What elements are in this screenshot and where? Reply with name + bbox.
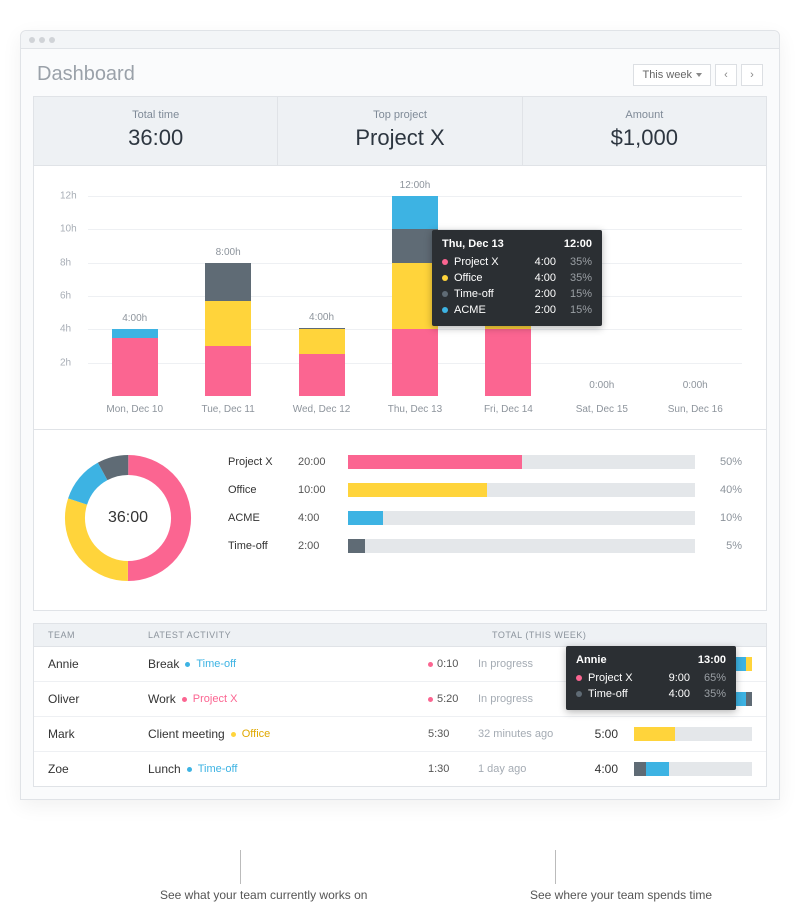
x-axis-label: Tue, Dec 11 [181, 404, 274, 415]
team-row[interactable]: Mark Client meeting Office 5:30 32 minut… [34, 717, 766, 752]
breakdown-row: ACME 4:00 10% [228, 504, 742, 532]
bar-column[interactable]: 4:00h [275, 196, 368, 396]
summary-value: 36:00 [34, 125, 277, 151]
summary-label: Top project [278, 109, 521, 121]
breakdown-row: Project X 20:00 50% [228, 448, 742, 476]
x-axis-label: Sun, Dec 16 [649, 404, 742, 415]
summary-cell: Amount $1,000 [522, 97, 766, 165]
chart-tooltip: Thu, Dec 13 12:00 Project X4:0035%Office… [432, 230, 602, 326]
team-row[interactable]: Zoe Lunch Time-off 1:30 1 day ago 4:00 [34, 752, 766, 786]
chevron-down-icon [696, 73, 702, 77]
x-axis-label: Thu, Dec 13 [368, 404, 461, 415]
window-titlebar [21, 31, 779, 49]
annotation-bottom-left: See what your team currently works on [160, 888, 367, 902]
summary-label: Amount [523, 109, 766, 121]
x-axis-label: Fri, Dec 14 [462, 404, 555, 415]
breakdown-row: Office 10:00 40% [228, 476, 742, 504]
bar-column[interactable]: 8:00h [181, 196, 274, 396]
next-button[interactable]: › [741, 64, 763, 86]
summary-cell: Total time 36:00 [34, 97, 277, 165]
bar-column[interactable]: 0:00h [649, 196, 742, 396]
team-panel: Team Latest Activity Total (this week) A… [33, 623, 767, 787]
team-tooltip: Annie 13:00 Project X9:0065%Time-off4:00… [566, 646, 736, 710]
annotation-bottom-right: See where your team spends time [530, 888, 712, 902]
team-bar [634, 727, 752, 741]
x-axis-label: Mon, Dec 10 [88, 404, 181, 415]
x-axis-label: Sat, Dec 15 [555, 404, 648, 415]
page-title: Dashboard [37, 63, 135, 86]
app-window: Dashboard This week ‹ › Total time 36:00… [20, 30, 780, 800]
summary-value: Project X [278, 125, 521, 151]
breakdown-table: Project X 20:00 50% Office 10:00 40% ACM… [228, 448, 742, 588]
breakdown-row: Time-off 2:00 5% [228, 532, 742, 560]
donut-chart: 36:00 [58, 448, 198, 588]
x-axis-label: Wed, Dec 12 [275, 404, 368, 415]
bar-column[interactable]: 4:00h [88, 196, 181, 396]
summary-value: $1,000 [523, 125, 766, 151]
team-bar [634, 762, 752, 776]
summary-cell: Top project Project X [277, 97, 521, 165]
range-selector[interactable]: This week [633, 64, 711, 86]
weekly-bar-chart: 12h 10h 8h 6h 4h 2h 4:00h 8:00h 4:00h [88, 196, 742, 396]
prev-button[interactable]: ‹ [715, 64, 737, 86]
summary-label: Total time [34, 109, 277, 121]
